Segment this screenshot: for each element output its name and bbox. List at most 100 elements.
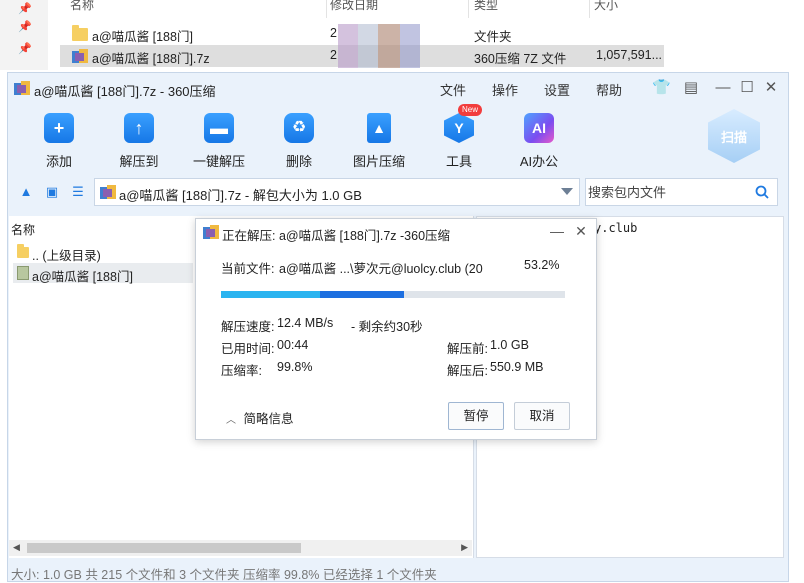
- file-date: 2: [330, 26, 337, 40]
- extract-to-label: 解压到: [119, 154, 159, 169]
- list-item-label: a@喵瓜酱 [188门]: [32, 270, 133, 284]
- dialog-title: 正在解压: a@喵瓜酱 [188门].7z -360压缩: [222, 229, 451, 243]
- path-text: a@喵瓜酱 [188门].7z - 解包大小为 1.0 GB: [119, 188, 362, 203]
- menu-settings[interactable]: 设置: [544, 80, 570, 99]
- ratio-label: 压缩率:: [221, 364, 262, 378]
- extract-to-icon: ↑: [124, 113, 154, 143]
- title-bar[interactable]: a@喵瓜酱 [188门].7z - 360压缩 文件 操作 设置 帮助 👕 ▤ …: [8, 73, 788, 103]
- menu-help[interactable]: 帮助: [596, 80, 622, 99]
- ratio-value: 99.8%: [277, 360, 313, 374]
- path-combobox[interactable]: a@喵瓜酱 [188门].7z - 解包大小为 1.0 GB: [94, 178, 580, 206]
- progress-percent: 53.2%: [524, 258, 560, 272]
- close-icon[interactable]: ✕: [572, 222, 590, 240]
- image-compress-button[interactable]: ▲ 图片压缩: [344, 111, 414, 171]
- scan-label: 扫描: [720, 130, 747, 145]
- speed-label: 解压速度:: [221, 320, 275, 334]
- scrollbar-thumb[interactable]: [27, 543, 301, 553]
- list-item-folder[interactable]: a@喵瓜酱 [188门]: [13, 263, 193, 284]
- elapsed-value: 00:44: [277, 338, 309, 352]
- pin-icon[interactable]: 📌: [18, 2, 32, 15]
- chevron-down-icon[interactable]: [561, 188, 573, 195]
- pause-button[interactable]: 暂停: [448, 402, 504, 430]
- scroll-left-icon[interactable]: ◀: [13, 542, 20, 553]
- after-size-value: 550.9 MB: [490, 360, 544, 374]
- menu-operate[interactable]: 操作: [492, 80, 518, 99]
- extract-progress-dialog: 正在解压: a@喵瓜酱 [188门].7z -360压缩 — ✕ 当前文件: a…: [195, 218, 597, 440]
- column-header-size[interactable]: 大小: [594, 0, 618, 18]
- file-name: a@喵瓜酱 [188门].7z: [92, 52, 210, 66]
- window-title: a@喵瓜酱 [188门].7z - 360压缩: [34, 84, 216, 99]
- minimize-icon[interactable]: —: [714, 79, 732, 97]
- minimize-icon[interactable]: —: [548, 222, 566, 240]
- thumbnail-view-icon[interactable]: ▣: [44, 185, 60, 199]
- elapsed-label: 已用时间:: [221, 342, 275, 356]
- scroll-right-icon[interactable]: ▶: [461, 542, 468, 553]
- extract-to-button[interactable]: ↑ 解压到: [104, 111, 174, 171]
- preview-text: y.club: [594, 221, 638, 235]
- scan-button[interactable]: 扫描: [708, 109, 760, 163]
- toolbar: + 添加 ↑ 解压到 ▬ 一键解压 ♻ 删除 ▲ 图片压缩 Y 工具 New A…: [8, 103, 788, 171]
- archive-icon: [100, 185, 116, 199]
- blurred-region: [400, 24, 420, 68]
- brief-info-toggle[interactable]: ︿ 简略信息: [226, 408, 294, 427]
- file-name: a@喵瓜酱 [188门]: [92, 30, 193, 44]
- maximize-icon[interactable]: ☐: [738, 79, 756, 97]
- folder-icon: [17, 266, 29, 280]
- skin-icon[interactable]: 👕: [652, 79, 671, 97]
- blurred-region: [378, 24, 400, 68]
- column-separator: [589, 0, 590, 18]
- one-click-extract-button[interactable]: ▬ 一键解压: [184, 111, 254, 171]
- menu-file[interactable]: 文件: [440, 80, 466, 99]
- background-explorer: 📌 📌 📌 名称 修改日期 类型 大小 a@喵瓜酱 [188门] 2 文件夹 a…: [0, 0, 804, 70]
- tools-button[interactable]: Y 工具: [424, 111, 494, 171]
- add-icon: +: [44, 113, 74, 143]
- chevron-up-icon: ︿: [226, 415, 236, 426]
- column-header-type[interactable]: 类型: [474, 0, 498, 18]
- add-button[interactable]: + 添加: [24, 111, 94, 171]
- ai-office-button[interactable]: AI AI办公: [504, 111, 574, 171]
- delete-icon: ♻: [284, 113, 314, 143]
- ai-office-label: AI办公: [519, 154, 559, 169]
- current-file-label: 当前文件:: [221, 262, 275, 276]
- folder-icon: [72, 25, 88, 41]
- ai-office-icon: AI: [524, 113, 554, 143]
- speed-value: 12.4 MB/s: [277, 316, 334, 330]
- before-size-label: 解压前:: [447, 342, 488, 356]
- file-type: 360压缩 7Z 文件: [474, 52, 567, 66]
- pin-icon[interactable]: 📌: [18, 20, 32, 33]
- list-item-label: .. (上级目录): [32, 249, 101, 263]
- horizontal-scrollbar[interactable]: ◀ ▶: [9, 540, 472, 556]
- after-size-label: 解压后:: [447, 364, 488, 378]
- pin-icon[interactable]: 📌: [18, 42, 32, 55]
- delete-label: 删除: [285, 154, 312, 169]
- progress-bar: [221, 291, 565, 298]
- explorer-nav-pane: 📌 📌 📌: [0, 0, 48, 70]
- search-box: [585, 178, 778, 206]
- status-text: 大小: 1.0 GB 共 215 个文件和 3 个文件夹 压缩率 99.8% 已…: [11, 568, 437, 582]
- up-arrow-icon[interactable]: ▲: [18, 185, 34, 199]
- column-separator: [326, 0, 327, 18]
- name-column-header[interactable]: 名称: [11, 221, 35, 238]
- app-icon: [203, 225, 219, 239]
- app-icon: [14, 81, 30, 95]
- one-click-extract-label: 一键解压: [192, 154, 245, 169]
- list-item-parent-dir[interactable]: .. (上级目录): [13, 242, 193, 263]
- blurred-region: [338, 24, 358, 68]
- image-compress-icon: ▲: [367, 113, 391, 143]
- search-input[interactable]: [588, 181, 748, 203]
- current-file-value: a@喵瓜酱 ...\萝次元@luolcy.club (20: [279, 262, 483, 276]
- file-size: 1,057,591...: [596, 48, 663, 62]
- progress-bar-fill: [221, 291, 404, 298]
- feedback-icon[interactable]: ▤: [682, 79, 700, 97]
- remaining-time: - 剩余约30秒: [351, 320, 423, 334]
- file-date: 2: [330, 48, 337, 62]
- cancel-button[interactable]: 取消: [514, 402, 570, 430]
- column-header-name[interactable]: 名称: [70, 0, 94, 18]
- tools-label: 工具: [445, 154, 472, 169]
- search-icon[interactable]: [755, 185, 769, 199]
- delete-button[interactable]: ♻ 删除: [264, 111, 334, 171]
- close-icon[interactable]: ✕: [762, 79, 780, 97]
- image-compress-label: 图片压缩: [352, 154, 405, 169]
- list-view-icon[interactable]: ☰: [70, 185, 86, 199]
- column-header-modified[interactable]: 修改日期: [330, 0, 378, 18]
